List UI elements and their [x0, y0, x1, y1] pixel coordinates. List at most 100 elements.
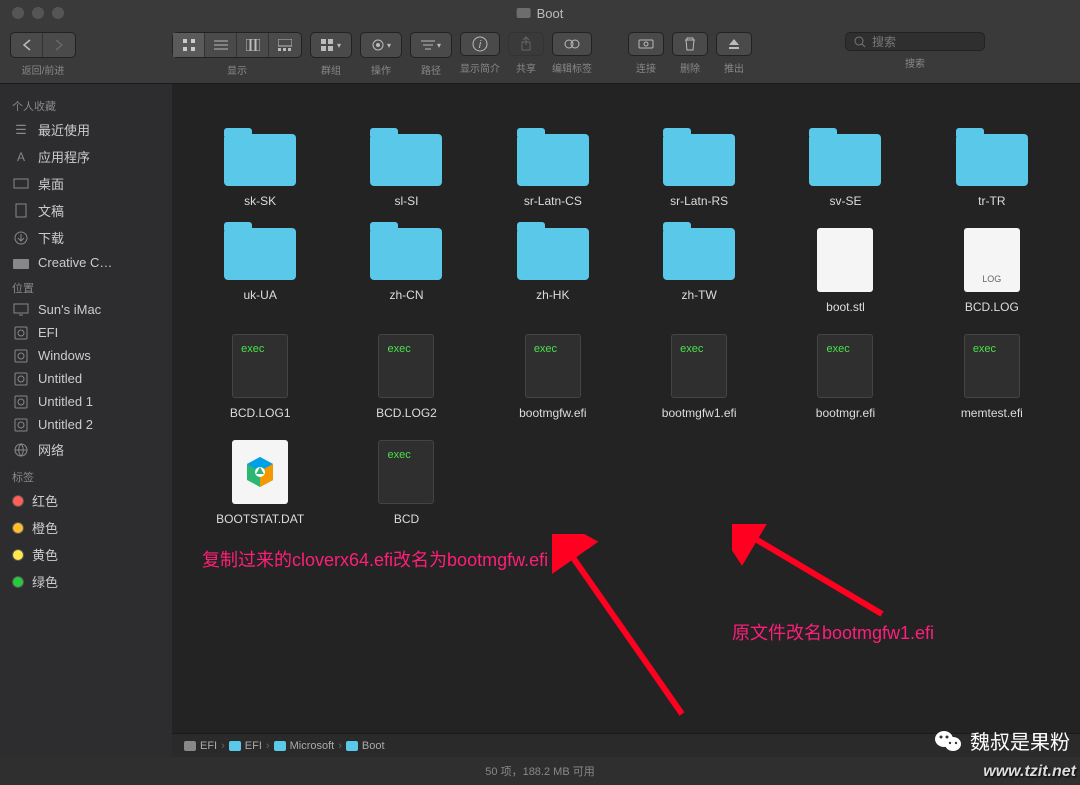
titlebar: Boot [0, 0, 1080, 26]
file-grid-area[interactable]: sk-SK sl-SI sr-Latn-CS sr-Latn-RS sv-SE … [172, 84, 1080, 757]
sidebar-item-applications[interactable]: A应用程序 [0, 143, 172, 170]
minimize-dot[interactable] [32, 7, 44, 19]
sidebar-item-desktop[interactable]: 桌面 [0, 170, 172, 197]
file-item[interactable]: execmemtest.efi [924, 334, 1060, 420]
file-item[interactable]: execBCD [338, 440, 474, 526]
folder-item[interactable]: sv-SE [777, 134, 913, 208]
sidebar-item-untitled2[interactable]: Untitled 2 [0, 413, 172, 436]
sidebar-item-network[interactable]: 网络 [0, 436, 172, 463]
image-file-icon [232, 440, 288, 504]
view-list[interactable] [205, 33, 237, 57]
delete-label: 删除 [680, 60, 700, 75]
sidebar-tag-red[interactable]: 红色 [0, 487, 172, 514]
info-label: 显示简介 [460, 60, 500, 75]
file-item[interactable]: execBCD.LOG2 [338, 334, 474, 420]
close-dot[interactable] [12, 7, 24, 19]
delete-button[interactable] [672, 32, 708, 56]
apps-icon: A [12, 150, 30, 164]
annotation-left: 复制过来的cloverx64.efi改名为bootmgfw.efi [202, 546, 548, 572]
file-item[interactable]: execbootmgfw1.efi [631, 334, 767, 420]
back-button[interactable] [11, 33, 43, 57]
folder-item[interactable]: tr-TR [924, 134, 1060, 208]
action-button[interactable]: ▾ [361, 33, 401, 57]
share-button[interactable] [508, 32, 544, 56]
locations-header: 位置 [0, 274, 172, 298]
disk-icon [12, 418, 30, 432]
file-item[interactable]: execbootmgr.efi [777, 334, 913, 420]
nav-buttons [10, 32, 76, 58]
group-button[interactable]: ▾ [311, 33, 351, 57]
tag-icon [12, 576, 24, 588]
folder-icon [663, 228, 735, 280]
annotation-right: 原文件改名bootmgfw1.efi [732, 619, 934, 645]
tags-header: 标签 [0, 463, 172, 487]
path-seg[interactable]: Boot [362, 740, 385, 752]
path-seg[interactable]: Microsoft [290, 740, 335, 752]
tag-icon [12, 495, 24, 507]
path-seg[interactable]: EFI [245, 740, 262, 752]
disk-icon [12, 372, 30, 386]
forward-button[interactable] [43, 33, 75, 57]
info-button[interactable]: i [460, 32, 500, 56]
file-item[interactable]: BOOTSTAT.DAT [192, 440, 328, 526]
sidebar-tag-orange[interactable]: 橙色 [0, 514, 172, 541]
sidebar-item-downloads[interactable]: 下载 [0, 224, 172, 251]
folder-icon [224, 228, 296, 280]
file-item[interactable]: execBCD.LOG1 [192, 334, 328, 420]
folder-item[interactable]: sr-Latn-CS [485, 134, 621, 208]
exec-icon: exec [671, 334, 727, 398]
search-input[interactable]: 搜索 [845, 32, 985, 51]
folder-icon [517, 134, 589, 186]
downloads-icon [12, 231, 30, 245]
folder-icon [370, 134, 442, 186]
computer-icon [12, 303, 30, 317]
sidebar-tag-yellow[interactable]: 黄色 [0, 541, 172, 568]
view-icons[interactable] [173, 33, 205, 57]
folder-icon [517, 228, 589, 280]
sidebar-item-creative[interactable]: Creative C… [0, 251, 172, 274]
action-label: 操作 [371, 62, 391, 77]
sidebar-item-documents[interactable]: 文稿 [0, 197, 172, 224]
watermark: 魏叔是果粉 [934, 726, 1070, 755]
folder-item[interactable]: zh-HK [485, 228, 621, 314]
file-item[interactable]: LOGBCD.LOG [924, 228, 1060, 314]
view-buttons [172, 32, 302, 58]
disk-icon [12, 349, 30, 363]
folder-item[interactable]: sk-SK [192, 134, 328, 208]
sidebar-tag-green[interactable]: 绿色 [0, 568, 172, 595]
sidebar-item-untitled1[interactable]: Untitled 1 [0, 390, 172, 413]
file-item[interactable]: execbootmgfw.efi [485, 334, 621, 420]
eject-button[interactable] [716, 32, 752, 56]
sidebar-item-imac[interactable]: Sun's iMac [0, 298, 172, 321]
connect-button[interactable] [628, 32, 664, 56]
zoom-dot[interactable] [52, 7, 64, 19]
documents-icon [12, 204, 30, 218]
folder-icon [229, 741, 241, 751]
sidebar-item-windows[interactable]: Windows [0, 344, 172, 367]
exec-icon: exec [378, 334, 434, 398]
folder-item[interactable]: sl-SI [338, 134, 474, 208]
window-title: Boot [517, 6, 564, 21]
folder-icon [956, 134, 1028, 186]
tags-button[interactable] [552, 32, 592, 56]
folder-item[interactable]: zh-CN [338, 228, 474, 314]
view-gallery[interactable] [269, 33, 301, 57]
sidebar-item-efi[interactable]: EFI [0, 321, 172, 344]
sidebar: 个人收藏 ☰最近使用 A应用程序 桌面 文稿 下载 Creative C… 位置… [0, 84, 172, 757]
wechat-icon [934, 729, 962, 753]
disk-icon [12, 326, 30, 340]
view-columns[interactable] [237, 33, 269, 57]
file-item[interactable]: boot.stl [777, 228, 913, 314]
folder-icon [346, 741, 358, 751]
svg-text:i: i [479, 39, 482, 51]
path-seg[interactable]: EFI [200, 740, 217, 752]
folder-item[interactable]: uk-UA [192, 228, 328, 314]
folder-item[interactable]: sr-Latn-RS [631, 134, 767, 208]
sidebar-item-recents[interactable]: ☰最近使用 [0, 116, 172, 143]
folder-item[interactable]: zh-TW [631, 228, 767, 314]
path-button[interactable]: ▾ [411, 33, 451, 57]
sidebar-item-untitled[interactable]: Untitled [0, 367, 172, 390]
file-icon: LOG [964, 228, 1020, 292]
folder-icon [12, 256, 30, 270]
favorites-header: 个人收藏 [0, 92, 172, 116]
